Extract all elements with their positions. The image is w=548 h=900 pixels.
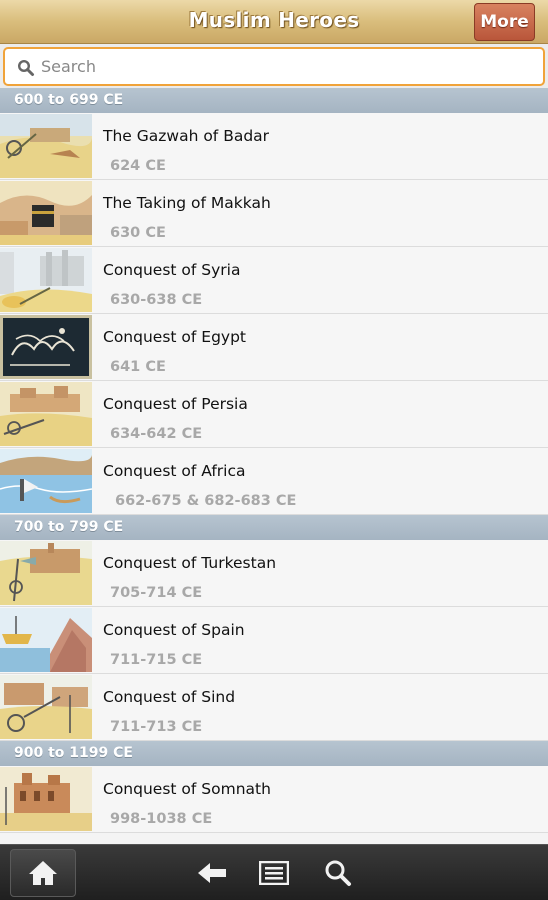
list-item[interactable]: Conquest of Sind 711-713 CE (0, 674, 548, 741)
item-title: Conquest of Egypt (103, 328, 246, 346)
item-title: Conquest of Sind (103, 688, 236, 706)
list-item[interactable]: Conquest of Syria 630-638 CE (0, 247, 548, 314)
app-root: Muslim Heroes More 600 to 699 CE The Gaz… (0, 0, 548, 900)
item-date: 630 CE (110, 225, 166, 241)
item-title: Conquest of Africa (103, 462, 246, 480)
search-button[interactable] (322, 859, 354, 887)
section-header: 900 to 1199 CE (0, 741, 548, 766)
list-item[interactable]: The Gazwah of Badar 624 CE (0, 113, 548, 180)
item-date: 641 CE (110, 359, 166, 375)
thumbnail-image (0, 449, 92, 513)
list-item[interactable]: Conquest of Egypt 641 CE (0, 314, 548, 381)
item-title: Conquest of Somnath (103, 780, 271, 798)
heroes-list[interactable]: 600 to 699 CE The Gazwah of Badar 624 CE… (0, 88, 548, 844)
back-arrow-icon (198, 863, 226, 883)
home-button[interactable] (10, 849, 76, 897)
item-title: Conquest of Persia (103, 395, 248, 413)
item-title: Conquest of Turkestan (103, 554, 277, 572)
item-date: 711-715 CE (110, 652, 203, 668)
list-item[interactable]: Conquest of Africa 662-675 & 682-683 CE (0, 448, 548, 515)
thumbnail-image (0, 114, 92, 178)
search-icon (17, 59, 34, 76)
item-title: Conquest of Spain (103, 621, 245, 639)
item-title: Conquest of Syria (103, 261, 241, 279)
item-date: 634-642 CE (110, 426, 203, 442)
search-box[interactable] (3, 47, 545, 86)
menu-button[interactable] (258, 859, 290, 887)
section-header: 700 to 799 CE (0, 515, 548, 540)
thumbnail-image (0, 541, 92, 605)
search-icon (325, 860, 351, 886)
list-item[interactable]: The Taking of Makkah 630 CE (0, 180, 548, 247)
thumbnail-image (0, 181, 92, 245)
home-icon (29, 861, 57, 885)
item-date: 711-713 CE (110, 719, 203, 735)
search-input[interactable] (41, 49, 531, 84)
item-date: 662-675 & 682-683 CE (115, 493, 297, 509)
list-item[interactable]: Conquest of Somnath 998-1038 CE (0, 766, 548, 833)
list-menu-icon (259, 861, 289, 885)
item-date: 624 CE (110, 158, 166, 174)
item-title: The Taking of Makkah (103, 194, 271, 212)
section-header: 600 to 699 CE (0, 88, 548, 113)
item-date: 630-638 CE (110, 292, 203, 308)
list-item[interactable]: Conquest of Persia 634-642 CE (0, 381, 548, 448)
thumbnail-image (0, 675, 92, 739)
item-date: 998-1038 CE (110, 811, 213, 827)
thumbnail-image (0, 382, 92, 446)
thumbnail-image (0, 608, 92, 672)
search-bar (0, 44, 548, 88)
more-button[interactable]: More (474, 3, 535, 41)
title-bar: Muslim Heroes More (0, 0, 548, 44)
back-button[interactable] (196, 859, 228, 887)
thumbnail-image (0, 315, 92, 379)
item-title: The Gazwah of Badar (103, 127, 270, 145)
thumbnail-image (0, 248, 92, 312)
item-date: 705-714 CE (110, 585, 203, 601)
bottom-toolbar (0, 844, 548, 900)
list-item[interactable]: Conquest of Turkestan 705-714 CE (0, 540, 548, 607)
app-title: Muslim Heroes (188, 8, 360, 32)
list-item[interactable]: Conquest of Spain 711-715 CE (0, 607, 548, 674)
thumbnail-image (0, 767, 92, 831)
